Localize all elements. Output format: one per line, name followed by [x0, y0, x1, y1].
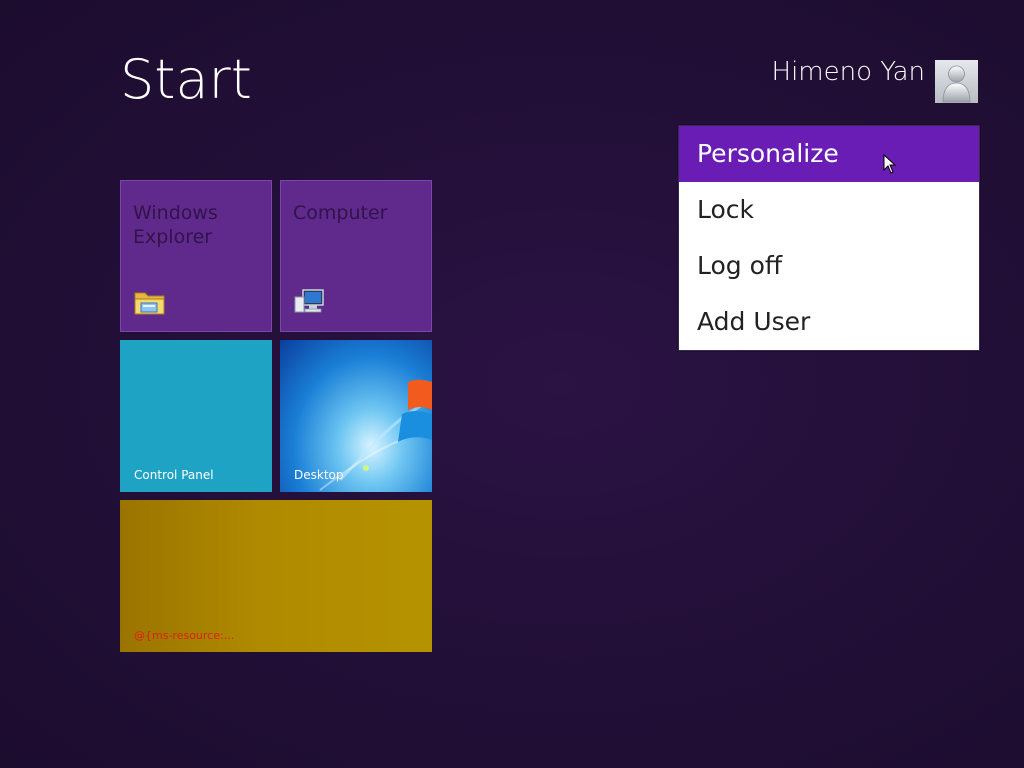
avatar[interactable]: [935, 60, 978, 103]
user-tile[interactable]: Himeno Yan: [772, 59, 978, 103]
menu-item-lock[interactable]: Lock: [679, 182, 979, 238]
folder-icon: [133, 287, 167, 321]
menu-item-add-user[interactable]: Add User: [679, 294, 979, 350]
tile-computer[interactable]: Computer: [280, 180, 432, 332]
menu-item-personalize[interactable]: Personalize: [679, 126, 979, 182]
computer-icon: [293, 287, 327, 321]
tile-label: Control Panel: [134, 468, 214, 482]
tile-label: @{ms-resource:...: [134, 629, 235, 642]
user-name[interactable]: Himeno Yan: [772, 59, 925, 85]
mouse-cursor-icon: [883, 154, 897, 174]
menu-item-log-off[interactable]: Log off: [679, 238, 979, 294]
tile-control-panel[interactable]: Control Panel: [120, 340, 272, 492]
user-silhouette-icon: [942, 65, 971, 103]
tile-title: Windows Explorer: [133, 202, 218, 248]
tile-unresolved-resource[interactable]: @{ms-resource:...: [120, 500, 432, 652]
tile-label: Desktop: [294, 468, 344, 482]
start-title: Start: [120, 48, 252, 111]
user-menu: Personalize Lock Log off Add User: [678, 125, 980, 351]
tile-windows-explorer[interactable]: Windows Explorer: [120, 180, 272, 332]
tile-desktop[interactable]: Desktop: [280, 340, 432, 492]
tile-title: Computer: [293, 202, 388, 224]
